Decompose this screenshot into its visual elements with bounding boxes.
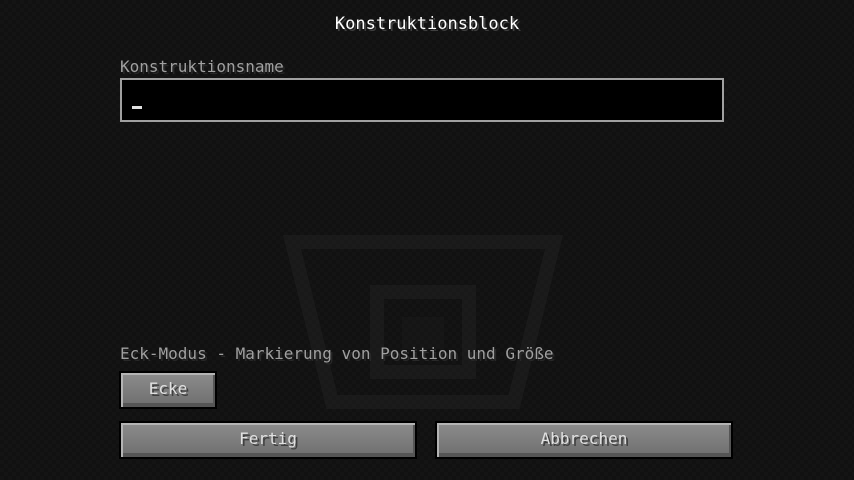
mode-corner-button[interactable]: Ecke <box>119 371 217 409</box>
cancel-button[interactable]: Abbrechen <box>435 421 733 459</box>
screen-title: Konstruktionsblock <box>334 14 520 34</box>
structure-block-icon <box>283 235 563 409</box>
mode-description: Eck-Modus - Markierung von Position und … <box>120 344 554 363</box>
structure-name-input[interactable] <box>120 78 724 122</box>
text-cursor <box>132 106 142 109</box>
structure-name-label: Konstruktionsname <box>120 57 284 76</box>
done-button[interactable]: Fertig <box>119 421 417 459</box>
